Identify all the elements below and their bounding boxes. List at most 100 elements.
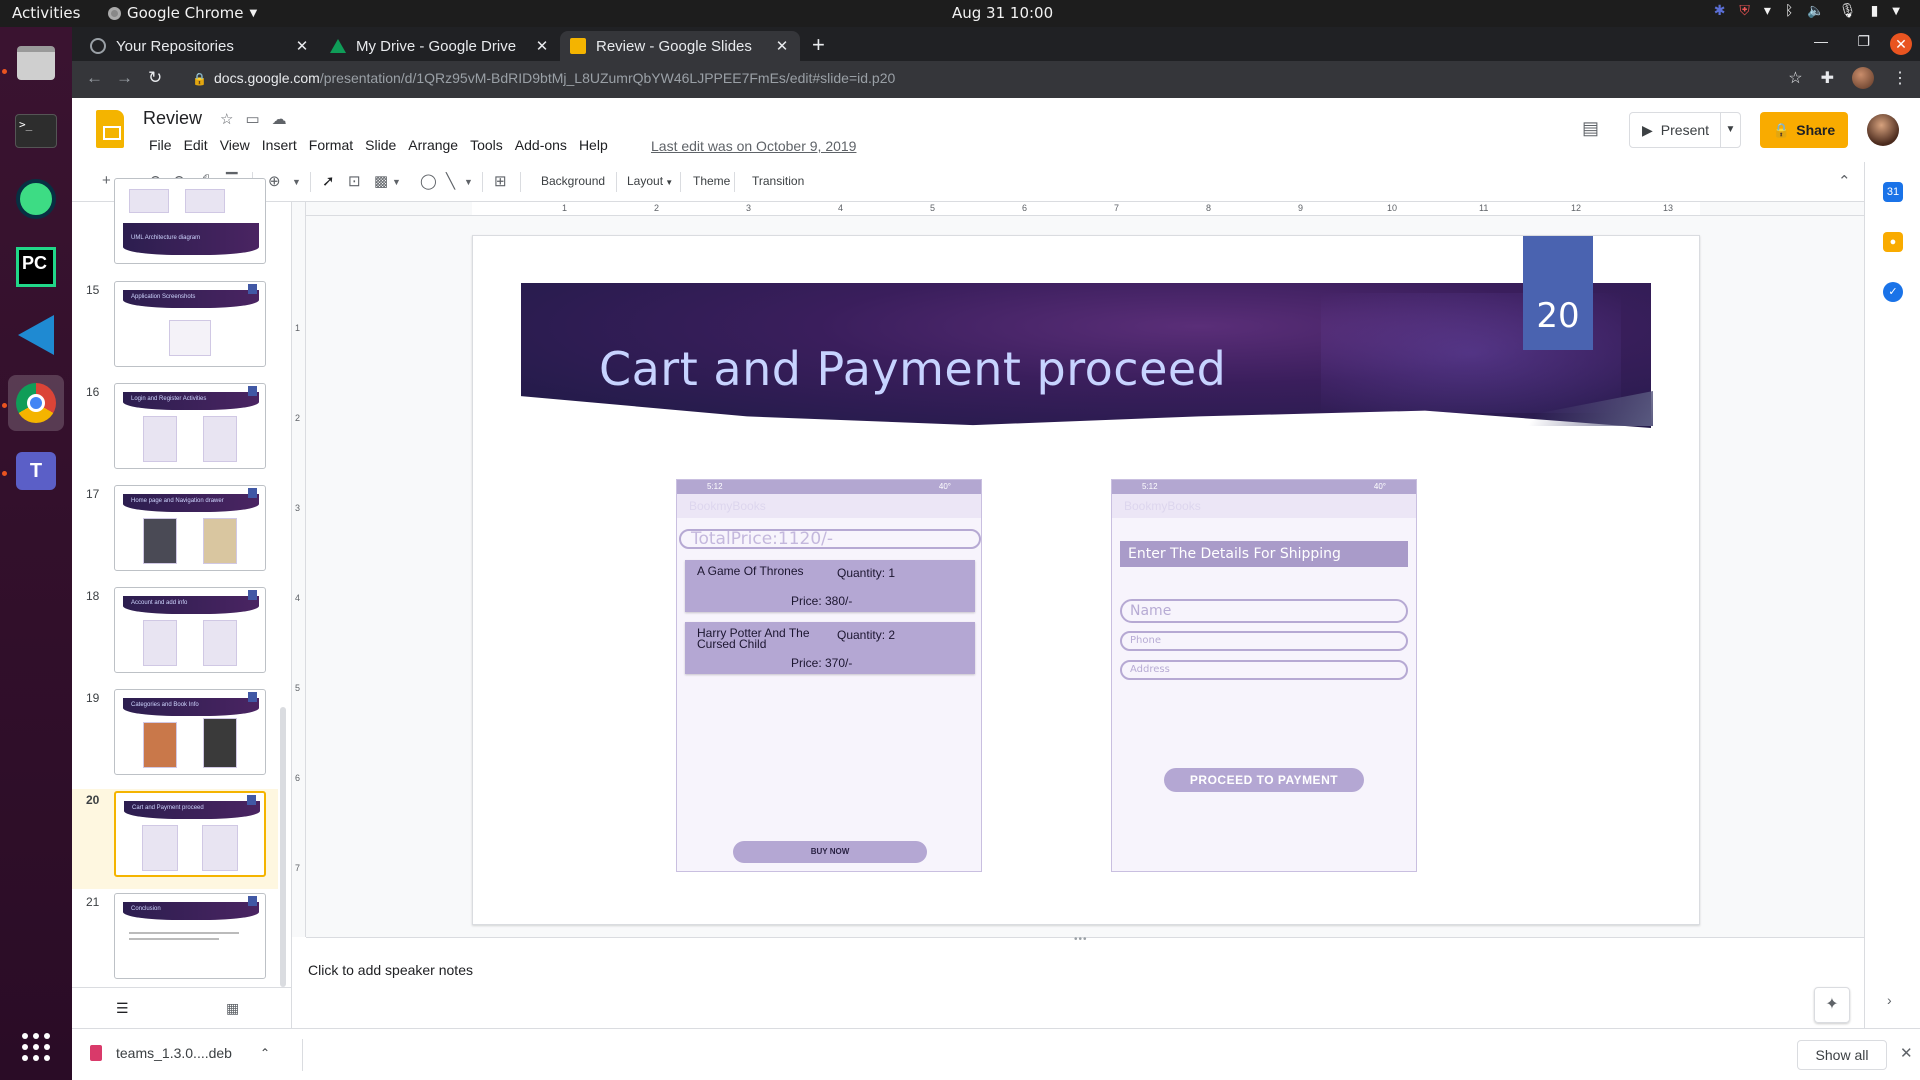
shipping-screenshot[interactable]: 5:12 40° BookmyBooks Enter The Details F… [1111,479,1417,872]
extension-icon[interactable]: ✱ [1714,3,1726,19]
show-applications-button[interactable] [8,1019,64,1075]
present-options-caret[interactable]: ▼ [1720,113,1740,147]
last-edit-link[interactable]: Last edit was on October 9, 2019 [651,138,856,154]
show-all-button[interactable]: Show all [1797,1040,1887,1070]
share-button[interactable]: 🔒 Share [1760,112,1848,148]
close-tab-icon[interactable]: ✕ [774,37,790,55]
shape-icon[interactable]: ◯ [420,172,437,190]
menu-format[interactable]: Format [303,137,359,153]
maximize-window-button[interactable]: ❐ [1857,33,1870,50]
notes-resize-handle[interactable]: ••• [306,934,1864,947]
menu-insert[interactable]: Insert [256,137,303,153]
app-menu[interactable]: Google Chrome ▼ [108,4,257,22]
move-folder-icon[interactable]: ▭ [245,110,259,128]
close-shelf-icon[interactable]: ✕ [1900,1044,1913,1062]
menu-slide[interactable]: Slide [359,137,402,153]
system-tray[interactable]: ✱ ⛨ ▾ ᛒ 🔈 🎙 ▮ ▼ [1714,3,1900,19]
tab-google-drive[interactable]: My Drive - Google Drive ✕ [320,31,560,61]
line-icon[interactable]: ╲ [446,172,455,190]
account-avatar[interactable] [1867,114,1899,146]
slide-thumbnail[interactable]: 21 Conclusion [72,891,278,991]
menu-arrange[interactable]: Arrange [402,137,464,153]
forward-icon[interactable]: → [116,68,133,88]
chrome-app[interactable] [8,375,64,431]
add-comment-icon[interactable]: ⊞ [494,172,507,190]
select-cursor-icon[interactable]: ➚ [322,172,335,190]
download-item[interactable]: teams_1.3.0....deb ⌃ [90,1045,270,1061]
menu-file[interactable]: File [143,137,178,153]
new-tab-button[interactable]: + [812,32,825,58]
close-window-button[interactable]: ✕ [1890,33,1912,55]
slide-thumbnail[interactable]: 15 Application Screenshots [72,279,278,379]
activities-button[interactable]: Activities [12,4,80,22]
slide-thumbnail-selected[interactable]: 20 Cart and Payment proceed [72,789,278,889]
extensions-puzzle-icon[interactable]: ✚ [1821,68,1834,88]
keep-icon[interactable]: ● [1883,232,1903,252]
speaker-notes[interactable]: Click to add speaker notes ✦ [306,947,1864,1028]
background-button[interactable]: Background [541,174,605,188]
close-tab-icon[interactable]: ✕ [534,37,550,55]
browser-profile-avatar[interactable] [1852,67,1874,89]
slide-canvas[interactable]: Cart and Payment proceed 20 5:12 40° Boo… [306,216,1864,937]
back-icon[interactable]: ← [86,68,103,88]
horizontal-ruler[interactable]: 1 2 3 4 5 6 7 8 9 10 11 12 13 [306,202,1864,216]
android-studio-app[interactable] [8,171,64,227]
lock-icon[interactable]: 🔒 [192,72,207,86]
reload-icon[interactable]: ↻ [148,68,162,88]
vscode-app[interactable] [8,307,64,363]
vertical-ruler[interactable]: 1 2 3 4 5 6 7 [292,202,306,937]
slide-thumbnail[interactable]: UML Architecture diagram [72,176,278,276]
slide-thumbnail[interactable]: 18 Account and add info [72,585,278,685]
close-tab-icon[interactable]: ✕ [294,37,310,55]
menu-view[interactable]: View [214,137,256,153]
list-view-icon[interactable]: ☰ [116,1000,129,1017]
explore-icon[interactable]: ✦ [1814,987,1850,1023]
browser-menu-icon[interactable]: ⋮ [1892,68,1908,88]
volume-icon[interactable]: 🔈 [1807,3,1824,19]
calendar-icon[interactable]: 31 [1883,182,1903,202]
present-button[interactable]: ▶ Present ▼ [1629,112,1741,148]
cloud-status-icon[interactable]: ☁ [272,110,287,128]
grid-view-icon[interactable]: ▦ [226,1000,239,1017]
expand-panel-icon[interactable]: › [1887,992,1892,1008]
filmstrip-scrollbar[interactable] [280,707,286,987]
slide-thumbnail[interactable]: 16 Login and Register Activities [72,381,278,481]
slide-number-box[interactable]: 20 [1523,236,1593,350]
image-caret-icon[interactable]: ▼ [392,177,401,187]
slide-thumbnail[interactable]: 17 Home page and Navigation drawer [72,483,278,583]
tasks-icon[interactable]: ✓ [1883,282,1903,302]
menu-tools[interactable]: Tools [464,137,509,153]
star-icon[interactable]: ☆ [220,110,233,128]
current-slide[interactable]: Cart and Payment proceed 20 5:12 40° Boo… [472,235,1700,925]
text-box-icon[interactable]: ⊡ [348,172,361,190]
line-caret-icon[interactable]: ▼ [464,177,473,187]
power-menu-icon[interactable]: ▼ [1892,6,1900,17]
slide-thumbnail[interactable]: 19 Categories and Book Info [72,687,278,787]
terminal-app[interactable]: >_ [8,103,64,159]
bluetooth-icon[interactable]: ᛒ [1785,3,1793,19]
tab-google-slides[interactable]: Review - Google Slides ✕ [560,31,800,61]
files-app[interactable] [8,35,64,91]
image-icon[interactable]: ▩ [374,172,388,190]
slides-logo-icon[interactable] [96,110,124,148]
battery-icon[interactable]: ▮ [1871,3,1879,19]
menu-edit[interactable]: Edit [178,137,214,153]
slide-title[interactable]: Cart and Payment proceed [599,342,1226,396]
address-bar[interactable]: docs.google.com/presentation/d/1QRz95vM-… [214,70,895,86]
menu-help[interactable]: Help [573,137,614,153]
clock[interactable]: Aug 31 10:00 [952,4,1053,22]
layout-button[interactable]: Layout ▼ [627,174,673,188]
zoom-caret-icon[interactable]: ▼ [292,177,301,187]
pycharm-app[interactable]: PC [8,239,64,295]
theme-button[interactable]: Theme [693,174,730,188]
minimize-window-button[interactable]: — [1814,33,1828,49]
microphone-icon[interactable]: 🎙 [1839,3,1857,19]
download-options-caret[interactable]: ⌃ [260,1046,270,1060]
tab-your-repositories[interactable]: Your Repositories ✕ [80,31,320,61]
comment-history-icon[interactable]: ▤ [1582,118,1599,139]
wifi-icon[interactable]: ▾ [1764,3,1771,19]
document-title[interactable]: Review [143,108,202,129]
collapse-toolbar-icon[interactable]: ⌃ [1838,172,1851,190]
transition-button[interactable]: Transition [752,174,804,188]
shield-icon[interactable]: ⛨ [1739,3,1750,19]
